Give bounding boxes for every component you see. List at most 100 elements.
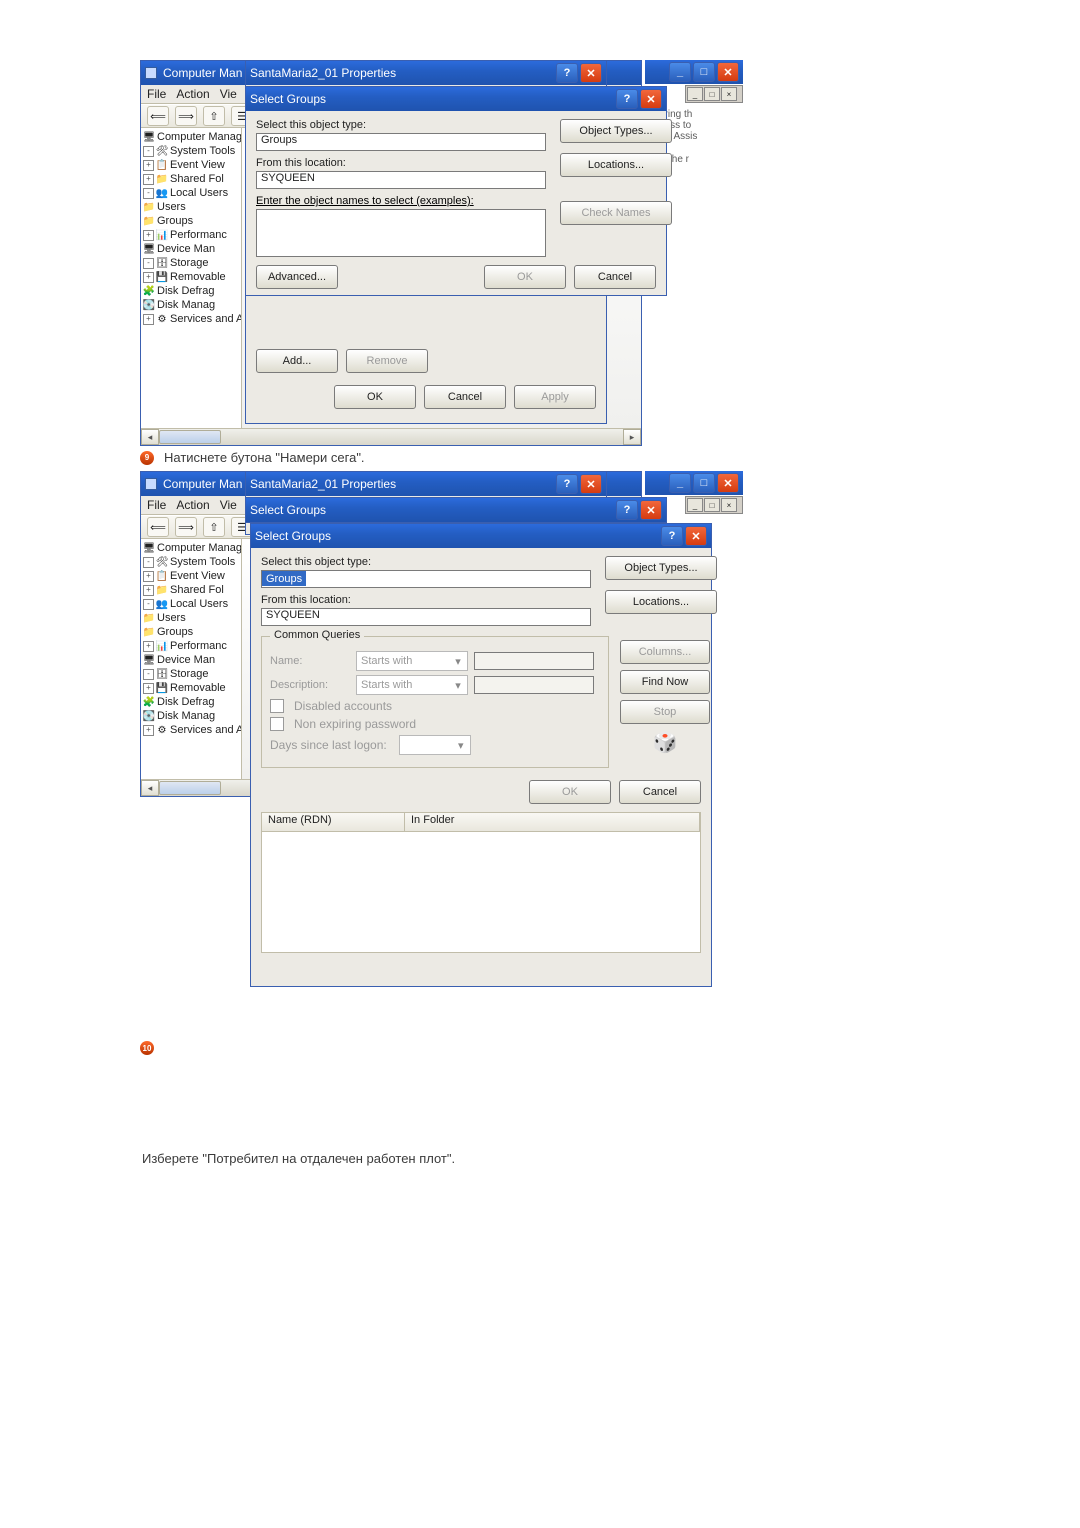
tree-defrag[interactable]: Disk Defrag bbox=[157, 285, 214, 297]
tree-diskm[interactable]: Disk Manag bbox=[157, 710, 215, 722]
locations-button[interactable]: Locations... bbox=[605, 590, 717, 614]
tree-shf[interactable]: Shared Fol bbox=[170, 173, 224, 185]
tree-perf[interactable]: Performanc bbox=[170, 229, 227, 241]
close-button[interactable]: ✕ bbox=[580, 474, 602, 494]
minimize-button[interactable]: _ bbox=[669, 62, 691, 82]
mdi-restore-icon[interactable]: □ bbox=[704, 87, 720, 101]
mdi-restore-icon[interactable]: □ bbox=[704, 498, 720, 512]
tree-storage[interactable]: Storage bbox=[170, 668, 209, 680]
mdi-minimize-icon[interactable]: _ bbox=[687, 87, 703, 101]
toolbar-up-icon[interactable]: ⇧ bbox=[203, 106, 225, 126]
non-expiring-label: Non expiring password bbox=[294, 717, 416, 731]
tree-removable[interactable]: Removable bbox=[170, 271, 226, 283]
add-button[interactable]: Add... bbox=[256, 349, 338, 373]
tree-perf[interactable]: Performanc bbox=[170, 640, 227, 652]
menu-action[interactable]: Action bbox=[176, 498, 209, 512]
tree-groups[interactable]: Groups bbox=[157, 626, 193, 638]
tree-defrag[interactable]: Disk Defrag bbox=[157, 696, 214, 708]
advanced-button[interactable]: Advanced... bbox=[256, 265, 338, 289]
help-button[interactable]: ? bbox=[616, 500, 638, 520]
tree-root[interactable]: Computer Manager bbox=[157, 542, 242, 554]
ok-button: OK bbox=[484, 265, 566, 289]
results-body[interactable] bbox=[261, 832, 701, 953]
menu-view[interactable]: Vie bbox=[220, 498, 237, 512]
close-button[interactable]: ✕ bbox=[717, 473, 739, 493]
maximize-button[interactable]: □ bbox=[693, 473, 715, 493]
find-now-button[interactable]: Find Now bbox=[620, 670, 710, 694]
tree-shf[interactable]: Shared Fol bbox=[170, 584, 224, 596]
removable-icon: 💾 bbox=[156, 271, 168, 283]
collapse-icon[interactable]: - bbox=[143, 188, 154, 199]
expand-icon[interactable]: + bbox=[143, 230, 154, 241]
collapse-icon[interactable]: - bbox=[143, 258, 154, 269]
toolbar-back-icon[interactable]: ⟸ bbox=[147, 106, 169, 126]
help-button[interactable]: ? bbox=[556, 474, 578, 494]
tree-rem[interactable]: Removable bbox=[170, 682, 226, 694]
tree-loc[interactable]: Local Users bbox=[170, 187, 228, 199]
help-button[interactable]: ? bbox=[556, 63, 578, 83]
select-groups-advanced-title: Select Groups bbox=[255, 529, 655, 543]
tree-root[interactable]: Computer Manager bbox=[157, 131, 242, 143]
close-button[interactable]: ✕ bbox=[685, 526, 707, 546]
locations-button[interactable]: Locations... bbox=[560, 153, 672, 177]
tree-users[interactable]: Users bbox=[157, 612, 186, 624]
object-types-button[interactable]: Object Types... bbox=[560, 119, 672, 143]
scroll-left-icon[interactable]: ◂ bbox=[141, 429, 159, 445]
expand-icon[interactable]: + bbox=[143, 160, 154, 171]
minimize-button[interactable]: _ bbox=[669, 473, 691, 493]
maximize-button[interactable]: □ bbox=[693, 62, 715, 82]
menu-file[interactable]: File bbox=[147, 87, 166, 101]
scroll-thumb[interactable] bbox=[159, 430, 221, 444]
expand-icon[interactable]: + bbox=[143, 272, 154, 283]
expand-icon[interactable]: + bbox=[143, 174, 154, 185]
toolbar-up-icon[interactable]: ⇧ bbox=[203, 517, 225, 537]
common-queries-legend: Common Queries bbox=[270, 629, 364, 641]
cancel-button[interactable]: Cancel bbox=[574, 265, 656, 289]
tree-loc[interactable]: Local Users bbox=[170, 598, 228, 610]
close-button[interactable]: ✕ bbox=[717, 62, 739, 82]
toolbar-fwd-icon[interactable]: ⟹ bbox=[175, 106, 197, 126]
tree-users[interactable]: Users bbox=[157, 201, 186, 213]
event-icon: 📋 bbox=[156, 159, 168, 171]
tree-groups[interactable]: Groups bbox=[157, 215, 193, 227]
help-button[interactable]: ? bbox=[661, 526, 683, 546]
tree-svc[interactable]: Services and A bbox=[170, 724, 242, 736]
menu-file[interactable]: File bbox=[147, 498, 166, 512]
object-names-input[interactable] bbox=[256, 209, 546, 257]
cancel-button[interactable]: Cancel bbox=[619, 780, 701, 804]
tree-devmgr[interactable]: Device Man bbox=[157, 243, 215, 255]
tree-storage[interactable]: Storage bbox=[170, 257, 209, 269]
tree-evt[interactable]: Event View bbox=[170, 159, 225, 171]
mdi-close-icon[interactable]: × bbox=[721, 87, 737, 101]
computer-icon bbox=[145, 67, 157, 79]
menu-view[interactable]: Vie bbox=[220, 87, 237, 101]
collapse-icon[interactable]: - bbox=[143, 146, 154, 157]
folder-icon: 📁 bbox=[143, 201, 155, 213]
close-button[interactable]: ✕ bbox=[580, 63, 602, 83]
object-type-field: Groups bbox=[261, 570, 591, 588]
menu-action[interactable]: Action bbox=[176, 87, 209, 101]
name-filter-label: Name: bbox=[270, 655, 350, 667]
object-types-button[interactable]: Object Types... bbox=[605, 556, 717, 580]
mdi-minimize-icon[interactable]: _ bbox=[687, 498, 703, 512]
col-name-rdn[interactable]: Name (RDN) bbox=[262, 813, 405, 831]
scroll-right-icon[interactable]: ▸ bbox=[623, 429, 641, 445]
tree-sys[interactable]: System Tools bbox=[170, 556, 235, 568]
ok-button[interactable]: OK bbox=[334, 385, 416, 409]
toolbar-back-icon[interactable]: ⟸ bbox=[147, 517, 169, 537]
mdi-close-icon[interactable]: × bbox=[721, 498, 737, 512]
cancel-button[interactable]: Cancel bbox=[424, 385, 506, 409]
close-button[interactable]: ✕ bbox=[640, 89, 662, 109]
close-button[interactable]: ✕ bbox=[640, 500, 662, 520]
tree-evt[interactable]: Event View bbox=[170, 570, 225, 582]
col-in-folder[interactable]: In Folder bbox=[405, 813, 700, 831]
help-button[interactable]: ? bbox=[616, 89, 638, 109]
toolbar-fwd-icon[interactable]: ⟹ bbox=[175, 517, 197, 537]
expand-icon[interactable]: + bbox=[143, 314, 154, 325]
tree-devmgr[interactable]: Device Man bbox=[157, 654, 215, 666]
tree-diskmgr[interactable]: Disk Manag bbox=[157, 299, 215, 311]
tree-sys[interactable]: System Tools bbox=[170, 145, 235, 157]
computer-icon bbox=[145, 478, 157, 490]
tree-services[interactable]: Services and A bbox=[170, 313, 242, 325]
h-scrollbar[interactable]: ◂ ▸ bbox=[141, 428, 641, 445]
